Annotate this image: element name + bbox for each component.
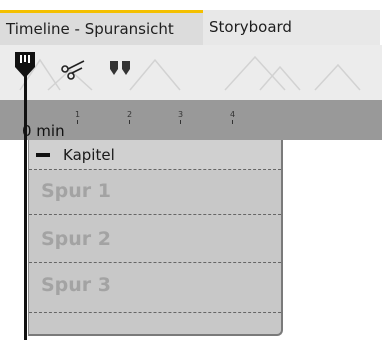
mountain-placeholder-icon bbox=[19, 55, 361, 91]
playhead-line[interactable] bbox=[24, 62, 27, 340]
scissors-icon[interactable] bbox=[60, 58, 86, 80]
tab-timeline-spuransicht[interactable]: Timeline - Spuransicht bbox=[0, 10, 203, 45]
ruler-tick bbox=[77, 120, 78, 124]
ruler-tick bbox=[180, 120, 181, 124]
chapter-header: Kapitel bbox=[29, 140, 281, 170]
track-divider bbox=[29, 169, 281, 170]
ruler-tick-label: 1 bbox=[75, 110, 81, 119]
ruler-tick-label: 3 bbox=[178, 110, 184, 119]
track-divider bbox=[29, 262, 281, 263]
ruler-tick-label: 2 bbox=[127, 110, 133, 119]
timeline-area: Kapitel Spur 1 Spur 2 Spur 3 bbox=[0, 140, 382, 340]
tab-storyboard[interactable]: Storyboard bbox=[203, 10, 380, 45]
track-2[interactable]: Spur 2 bbox=[41, 227, 111, 251]
track-3[interactable]: Spur 3 bbox=[41, 273, 111, 297]
ruler-tick bbox=[129, 120, 130, 124]
track-1[interactable]: Spur 1 bbox=[41, 179, 111, 203]
tab-bar: Timeline - Spuransicht Storyboard bbox=[0, 0, 382, 45]
ruler-tick bbox=[232, 120, 233, 124]
track-divider bbox=[29, 214, 281, 215]
time-label: 0 min bbox=[22, 122, 65, 140]
track-divider bbox=[29, 312, 281, 313]
collapse-icon[interactable] bbox=[36, 153, 50, 157]
ruler-tick-label: 4 bbox=[230, 110, 236, 119]
split-marker-icon[interactable] bbox=[108, 59, 132, 77]
time-ruler[interactable]: 1 2 3 4 0 min bbox=[0, 100, 382, 140]
chapter-block[interactable]: Kapitel Spur 1 Spur 2 Spur 3 bbox=[28, 140, 283, 336]
toolbar bbox=[0, 45, 382, 100]
chapter-title: Kapitel bbox=[63, 146, 115, 164]
